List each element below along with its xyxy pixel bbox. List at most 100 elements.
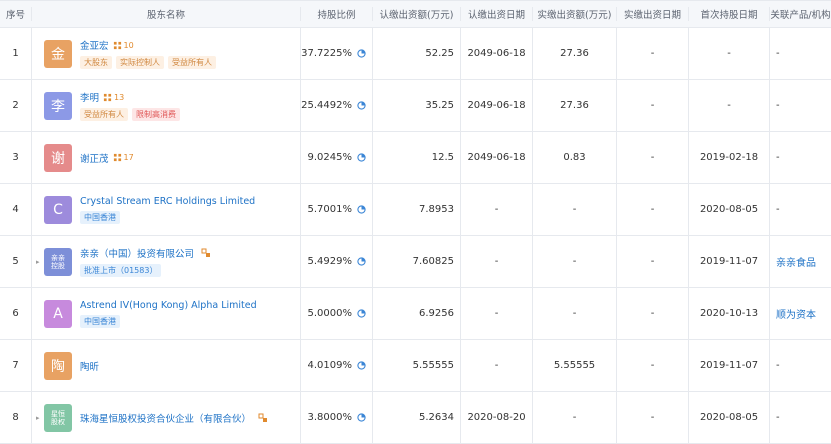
ratio-cell: 3.8000% (301, 392, 373, 443)
ratio-cell: 37.7225% (301, 28, 373, 79)
ratio-value: 9.0245% (307, 152, 353, 163)
table-row: 8 ▸ 星恒 股权 珠海星恒股权投资合伙企业（有限合伙） 3.8000% 5.26… (0, 392, 831, 444)
expand-icon[interactable]: ▸ (36, 414, 42, 422)
shareholder-cell: 李 李明 13 受益所有人 限制高消费 (32, 80, 301, 131)
shareholder-name-link[interactable]: 亲亲（中国）投资有限公司 (80, 246, 194, 260)
equity-chart-icon[interactable] (258, 413, 268, 423)
subscribed-amount-cell: 12.5 (373, 132, 461, 183)
row-index: 7 (0, 340, 32, 391)
shareholder-cell: ▸ 星恒 股权 珠海星恒股权投资合伙企业（有限合伙） (32, 392, 301, 443)
shareholder-title-line: 谢正茂 17 (80, 151, 134, 165)
first-holding-date-cell: - (689, 80, 770, 131)
subscribed-amount-cell: 6.9256 (373, 288, 461, 339)
related-value[interactable]: 亲亲食品 (776, 254, 816, 269)
subscribed-date-cell: 2049-06-18 (461, 80, 533, 131)
table-header: 序号 股东名称 持股比例 认缴出资额(万元) 认缴出资日期 实缴出资额(万元) … (0, 0, 831, 28)
paid-amount-cell: - (533, 392, 617, 443)
tag-list: 受益所有人 限制高消费 (80, 108, 180, 121)
pie-chart-icon[interactable] (357, 309, 366, 318)
first-holding-date-cell: 2020-08-05 (689, 184, 770, 235)
ratio-cell: 4.0109% (301, 340, 373, 391)
related-cell: - (770, 340, 831, 391)
first-holding-date-cell: 2020-10-13 (689, 288, 770, 339)
paid-date-cell: - (617, 236, 689, 287)
pie-chart-icon[interactable] (357, 413, 366, 422)
header-shareholder-name: 股东名称 (32, 7, 301, 21)
related-value[interactable]: 顺为资本 (776, 306, 816, 321)
related-cell[interactable]: 亲亲食品 (770, 236, 831, 287)
related-companies-badge[interactable]: 10 (113, 41, 134, 50)
paid-amount-cell: - (533, 236, 617, 287)
shareholder-name-link[interactable]: 谢正茂 (80, 151, 109, 165)
subscribed-date-cell: 2020-08-20 (461, 392, 533, 443)
ratio-value: 5.7001% (307, 204, 353, 215)
shareholder-name-link[interactable]: 李明 (80, 90, 99, 104)
shareholder-info: Astrend IV(Hong Kong) Alpha Limited 中国香港 (80, 300, 257, 328)
paid-amount-cell: 27.36 (533, 80, 617, 131)
paid-date-cell: - (617, 288, 689, 339)
pie-chart-icon[interactable] (357, 361, 366, 370)
shareholder-cell: A Astrend IV(Hong Kong) Alpha Limited 中国… (32, 288, 301, 339)
subscribed-date-cell: 2049-06-18 (461, 132, 533, 183)
header-paid-date[interactable]: 实缴出资日期 (617, 7, 689, 21)
first-holding-date-cell: 2020-08-05 (689, 392, 770, 443)
header-first-holding-date[interactable]: 首次持股日期 (689, 7, 770, 21)
header-subscribed-amount[interactable]: 认缴出资额(万元) (373, 7, 461, 21)
shareholder-info: Crystal Stream ERC Holdings Limited 中国香港 (80, 196, 255, 224)
pie-chart-icon[interactable] (357, 205, 366, 214)
tag-badge: 大股东 (80, 56, 112, 69)
badge-count: 13 (114, 92, 125, 102)
pie-chart-icon[interactable] (357, 101, 366, 110)
table-row: 4 C Crystal Stream ERC Holdings Limited … (0, 184, 831, 236)
related-companies-badge[interactable]: 17 (113, 153, 134, 162)
related-companies-badge[interactable]: 13 (103, 93, 124, 102)
header-paid-amount[interactable]: 实缴出资额(万元) (533, 7, 617, 21)
table-row: 5 ▸ 亲亲 控股 亲亲（中国）投资有限公司 批准上市（01583） 5.4929… (0, 236, 831, 288)
shareholder-name-link[interactable]: Astrend IV(Hong Kong) Alpha Limited (80, 300, 257, 311)
shareholder-title-line: Crystal Stream ERC Holdings Limited (80, 196, 255, 207)
pie-chart-icon[interactable] (357, 49, 366, 58)
tag-badge: 批准上市（01583） (80, 264, 162, 277)
related-value: - (776, 152, 780, 163)
paid-date-cell: - (617, 132, 689, 183)
table-row: 6 A Astrend IV(Hong Kong) Alpha Limited … (0, 288, 831, 340)
paid-amount-cell: 0.83 (533, 132, 617, 183)
tag-list: 中国香港 (80, 210, 255, 224)
tag-badge: 受益所有人 (80, 108, 128, 121)
first-holding-date-cell: - (689, 28, 770, 79)
expand-icon[interactable]: ▸ (36, 258, 42, 266)
subscribed-date-cell: 2049-06-18 (461, 28, 533, 79)
avatar: 谢 (44, 143, 72, 172)
tag-badge: 限制高消费 (132, 108, 180, 121)
shareholder-info: 金亚宏 10 大股东 实际控制人 受益所有人 (80, 38, 216, 69)
subscribed-amount-cell: 7.8953 (373, 184, 461, 235)
equity-chart-icon[interactable] (201, 248, 211, 258)
first-holding-date-cell: 2019-02-18 (689, 132, 770, 183)
ratio-value: 4.0109% (307, 360, 353, 371)
related-cell[interactable]: 顺为资本 (770, 288, 831, 339)
pie-chart-icon[interactable] (357, 257, 366, 266)
table-row: 1 金 金亚宏 10 大股东 实际控制人 受益所有人 37.7225% 52.25 … (0, 28, 831, 80)
shareholder-name-link[interactable]: 金亚宏 (80, 38, 109, 52)
shareholder-name-link[interactable]: 珠海星恒股权投资合伙企业（有限合伙） (80, 411, 251, 425)
table-row: 3 谢 谢正茂 17 9.0245% 12.5 2049-06-18 0.83 … (0, 132, 831, 184)
shareholder-info: 亲亲（中国）投资有限公司 批准上市（01583） (80, 246, 211, 277)
ratio-value: 25.4492% (301, 100, 352, 111)
header-ratio[interactable]: 持股比例 (301, 7, 373, 21)
shareholder-name-link[interactable]: Crystal Stream ERC Holdings Limited (80, 196, 255, 207)
row-index: 6 (0, 288, 32, 339)
tag-list: 批准上市（01583） (80, 264, 211, 277)
avatar: 陶 (44, 351, 72, 380)
subscribed-amount-cell: 52.25 (373, 28, 461, 79)
table-row: 2 李 李明 13 受益所有人 限制高消费 25.4492% 35.25 2049… (0, 80, 831, 132)
shareholder-cell: 陶 陶昕 (32, 340, 301, 391)
shareholder-title-line: 亲亲（中国）投资有限公司 (80, 246, 211, 260)
shareholder-info: 李明 13 受益所有人 限制高消费 (80, 90, 180, 121)
related-cell: - (770, 80, 831, 131)
paid-amount-cell: 27.36 (533, 28, 617, 79)
shareholder-name-link[interactable]: 陶昕 (80, 359, 99, 373)
shareholder-title-line: Astrend IV(Hong Kong) Alpha Limited (80, 300, 257, 311)
pie-chart-icon[interactable] (357, 153, 366, 162)
header-subscribed-date[interactable]: 认缴出资日期 (461, 7, 533, 21)
badge-count: 10 (123, 40, 134, 50)
